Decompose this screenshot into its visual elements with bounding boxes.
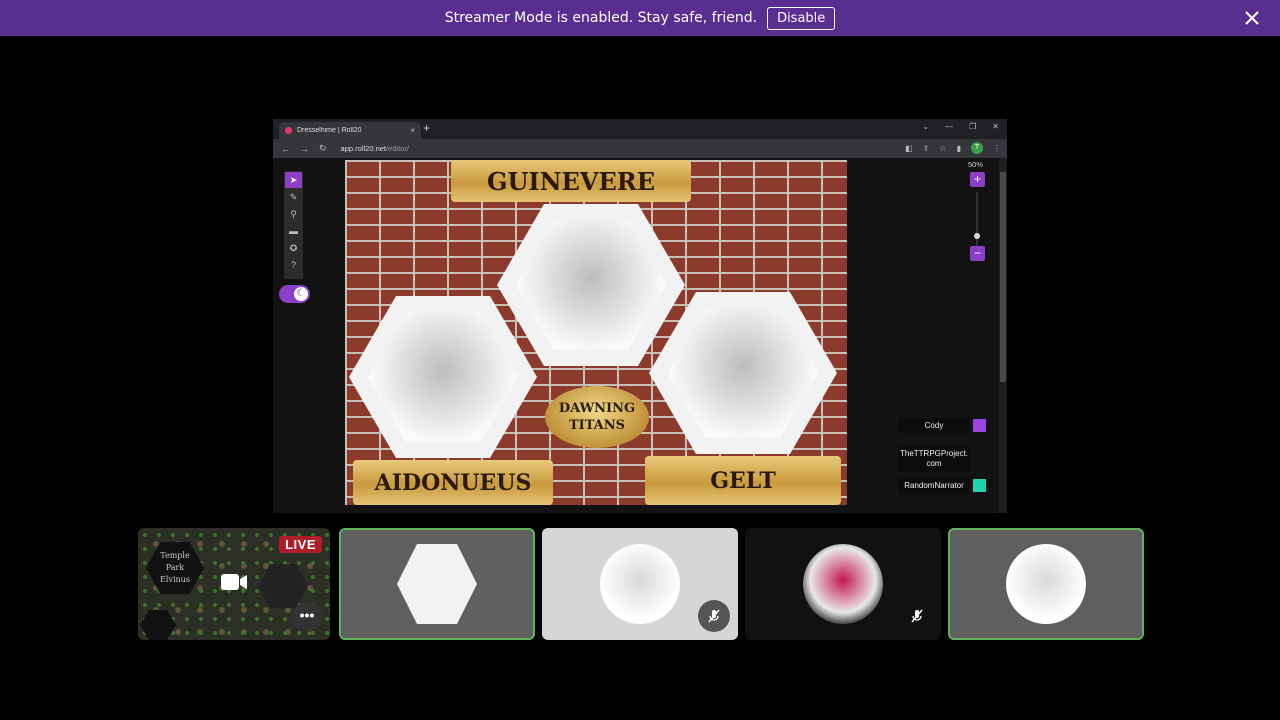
banner-aidonueus: AIDONUEUS: [353, 460, 553, 505]
streamer-mode-banner: Streamer Mode is enabled. Stay safe, fri…: [0, 0, 1280, 36]
seal-line-2: TITANS: [568, 418, 626, 433]
window-controls: ⌄ — ❐ ✕: [922, 122, 999, 131]
browser-tab[interactable]: Dresselhime | Roll20 ×: [279, 122, 421, 139]
url-host: app.roll20.net: [340, 144, 386, 153]
avatar: [1006, 544, 1086, 624]
player-name: RandomNarrator: [898, 478, 970, 493]
self-preview-tile[interactable]: Temple Park Elvinus LIVE •••: [138, 528, 330, 640]
roll20-favicon-icon: [285, 127, 292, 134]
draw-tool-icon[interactable]: ✎: [285, 189, 302, 205]
banner-gelt: GELT: [645, 456, 841, 505]
url-field[interactable]: app.roll20.net/editor/: [341, 144, 409, 153]
forward-icon[interactable]: →: [300, 144, 309, 154]
dawning-titans-seal: DAWNING TITANS: [545, 386, 649, 448]
participant-tile-1[interactable]: [339, 528, 535, 640]
sidepanel-icon[interactable]: ▮: [957, 144, 961, 153]
player-thettrpgproject[interactable]: TheTTRPGProject. com: [898, 446, 986, 472]
avatar: [397, 544, 477, 624]
player-color-swatch: [973, 419, 986, 432]
zoom-level: 50%: [968, 160, 984, 169]
player-randomnarrator[interactable]: RandomNarrator: [898, 478, 986, 493]
portrait-gelt: [649, 292, 837, 454]
shared-screen: Dresselhime | Roll20 × + ⌄ — ❐ ✕ ← → ↻ a…: [273, 119, 1007, 513]
banner-guinevere: GUINEVERE: [451, 160, 691, 202]
zoom-in-button[interactable]: +: [970, 172, 985, 187]
live-badge: LIVE: [279, 536, 322, 553]
player-color-swatch: [973, 479, 986, 492]
roll20-editor: ➤ ✎ ⚲ ▬ ✪ ? ☾ GUINEVERE DAWNING TITANS A…: [273, 158, 1007, 513]
player-name: TheTTRPGProject. com: [898, 446, 971, 472]
zoom-slider[interactable]: [976, 192, 978, 248]
scrollbar[interactable]: [999, 158, 1007, 513]
dice-tool-icon[interactable]: ✪: [285, 240, 302, 256]
reload-icon[interactable]: ↻: [319, 143, 327, 154]
tab-title: Dresselhime | Roll20: [297, 127, 362, 134]
profile-avatar[interactable]: T: [971, 142, 983, 154]
player-color-swatch: [973, 453, 986, 466]
extension-icon[interactable]: ◧: [905, 144, 913, 153]
participant-tile-2[interactable]: [542, 528, 738, 640]
measure-tool-icon[interactable]: ▬: [285, 223, 302, 239]
menu-icon[interactable]: ⋮: [993, 144, 1001, 153]
mic-off-icon: [698, 600, 730, 632]
scrollbar-thumb[interactable]: [1000, 172, 1006, 382]
zoom-tool-icon[interactable]: ⚲: [285, 206, 302, 222]
tool-palette: ➤ ✎ ⚲ ▬ ✪ ?: [284, 171, 303, 279]
player-name: Cody: [898, 418, 970, 433]
camera-icon[interactable]: [220, 571, 248, 593]
close-icon[interactable]: [1242, 8, 1262, 28]
more-icon[interactable]: •••: [292, 602, 322, 632]
player-cody[interactable]: Cody: [898, 418, 986, 433]
portrait-guinevere: [497, 204, 685, 366]
address-bar: ← → ↻ app.roll20.net/editor/ ◧ ⇪ ☆ ▮ T ⋮: [273, 139, 1007, 158]
url-path: /editor/: [386, 144, 409, 153]
tab-close-icon[interactable]: ×: [410, 126, 415, 135]
moon-icon: ☾: [294, 287, 308, 301]
participant-tile-3[interactable]: [745, 528, 941, 640]
address-actions: ◧ ⇪ ☆ ▮ T ⋮: [905, 142, 1001, 154]
portrait-aidonueus: [349, 296, 537, 458]
back-icon[interactable]: ←: [281, 144, 290, 154]
share-icon[interactable]: ⇪: [923, 144, 930, 153]
new-tab-icon[interactable]: +: [423, 121, 430, 135]
banner-text: Streamer Mode is enabled. Stay safe, fri…: [444, 10, 758, 26]
game-board[interactable]: GUINEVERE DAWNING TITANS AIDONUEUS GELT: [345, 160, 847, 505]
window-close-icon[interactable]: ✕: [992, 122, 999, 131]
avatar: [600, 544, 680, 624]
restore-icon[interactable]: ❐: [969, 122, 976, 131]
minimize-icon[interactable]: —: [945, 122, 953, 131]
select-tool-icon[interactable]: ➤: [285, 172, 302, 188]
dark-mode-toggle[interactable]: ☾: [279, 285, 310, 303]
disable-button[interactable]: Disable: [767, 6, 836, 30]
mic-off-icon: [901, 600, 933, 632]
zoom-out-button[interactable]: −: [970, 246, 985, 261]
help-tool-icon[interactable]: ?: [285, 257, 302, 273]
seal-line-1: DAWNING: [558, 401, 636, 416]
tab-search-icon[interactable]: ⌄: [922, 122, 929, 131]
participant-tile-4[interactable]: [948, 528, 1144, 640]
avatar: [803, 544, 883, 624]
browser-tabbar: Dresselhime | Roll20 × + ⌄ — ❐ ✕: [273, 119, 1007, 139]
bookmark-star-icon[interactable]: ☆: [939, 144, 946, 153]
zoom-slider-handle[interactable]: [974, 233, 980, 239]
